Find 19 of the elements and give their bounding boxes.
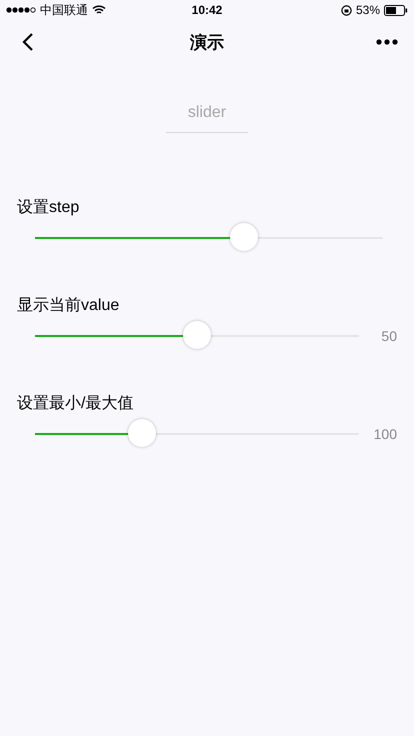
slider-label: 设置最小/最大值 xyxy=(17,394,134,414)
clock-time: 10:42 xyxy=(190,3,224,17)
rotation-lock-icon xyxy=(340,4,352,16)
slider-thumb[interactable] xyxy=(128,419,156,447)
more-icon[interactable] xyxy=(376,39,398,45)
slider-label: 显示当前value xyxy=(17,296,120,316)
slider-value: 50 xyxy=(380,328,397,344)
battery-percent: 53% xyxy=(356,3,380,17)
back-icon[interactable] xyxy=(22,32,34,52)
page-title: 演示 xyxy=(189,32,225,54)
wifi-icon xyxy=(92,5,106,15)
slider-label: 设置step xyxy=(17,198,80,218)
carrier-name: 中国联通 xyxy=(40,2,88,18)
section-heading: slider xyxy=(166,100,248,133)
signal-icon xyxy=(6,7,36,13)
slider-thumb[interactable] xyxy=(183,321,211,349)
battery-icon xyxy=(384,4,408,16)
slider-value: 100 xyxy=(373,426,397,442)
slider-thumb[interactable] xyxy=(230,223,258,251)
